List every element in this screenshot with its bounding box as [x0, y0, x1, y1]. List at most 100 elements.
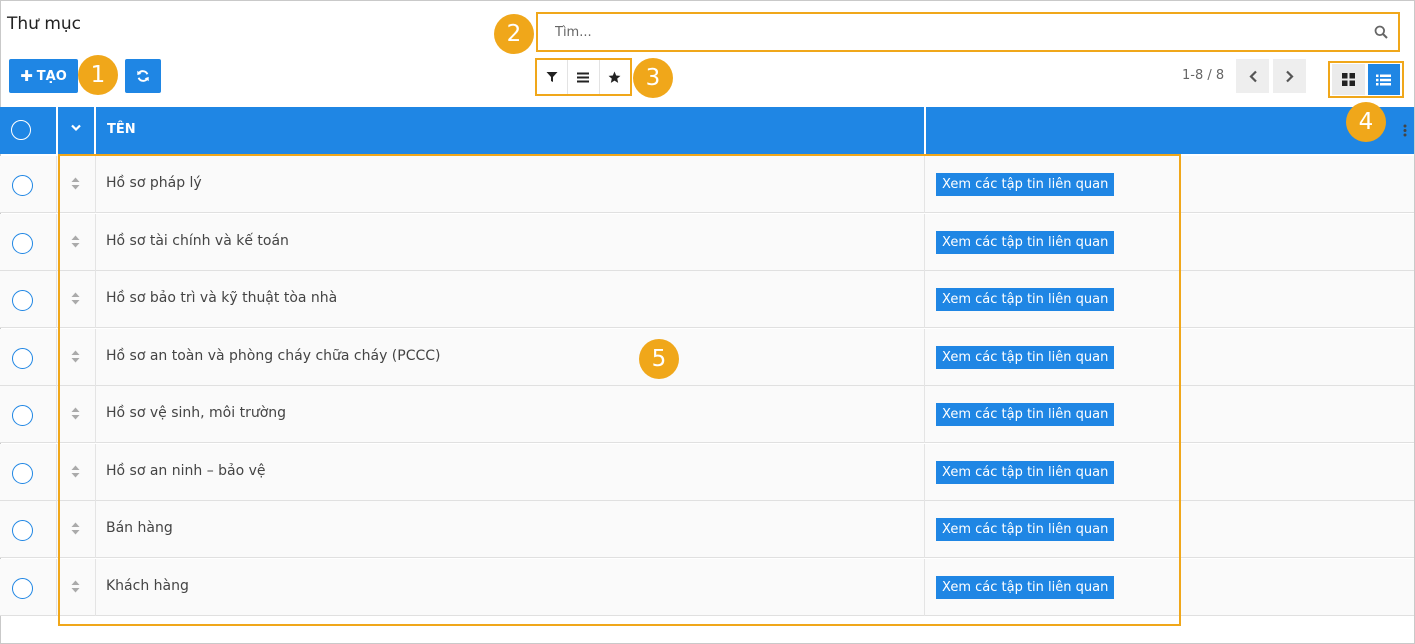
row-checkbox[interactable]	[12, 405, 33, 426]
row-checkbox[interactable]	[12, 175, 33, 196]
callout-marker: 3	[633, 58, 673, 98]
related-files-button[interactable]: Xem các tập tin liên quan	[936, 518, 1115, 541]
row-checkbox[interactable]	[12, 348, 33, 369]
previous-page-button[interactable]	[1236, 59, 1269, 93]
row-name[interactable]: Hồ sơ bảo trì và kỹ thuật tòa nhà	[106, 290, 337, 306]
table-row[interactable]: Hồ sơ bảo trì và kỹ thuật tòa nhà Xem cá…	[0, 271, 1414, 328]
column-divider	[56, 156, 57, 213]
row-name[interactable]: Hồ sơ tài chính và kế toán	[106, 233, 289, 249]
callout-marker: 4	[1346, 102, 1386, 142]
drag-handle-icon[interactable]	[71, 292, 80, 305]
callout-marker: 5	[639, 339, 679, 379]
related-files-button[interactable]: Xem các tập tin liên quan	[936, 576, 1115, 599]
plus-icon: ✚	[20, 66, 33, 85]
related-files-button[interactable]: Xem các tập tin liên quan	[936, 288, 1115, 311]
list-view-button[interactable]	[1367, 64, 1400, 95]
search-input[interactable]	[555, 22, 1355, 42]
row-name[interactable]: Hồ sơ pháp lý	[106, 175, 202, 191]
column-divider	[95, 501, 96, 558]
create-button-label: TẠO	[36, 68, 67, 84]
group-by-icon	[577, 72, 590, 82]
related-files-button[interactable]: Xem các tập tin liên quan	[936, 346, 1115, 369]
row-checkbox[interactable]	[12, 463, 33, 484]
column-divider	[924, 559, 925, 616]
column-divider	[95, 271, 96, 328]
drag-handle-icon[interactable]	[71, 465, 80, 478]
drag-handle-icon[interactable]	[71, 350, 80, 363]
chevron-left-icon	[1248, 70, 1257, 82]
search-options-toolbar	[535, 58, 632, 96]
column-divider	[924, 444, 925, 501]
column-divider	[56, 444, 57, 501]
list-view-icon	[1376, 74, 1392, 85]
column-divider	[56, 559, 57, 616]
table-row[interactable]: Hồ sơ an toàn và phòng cháy chữa cháy (P…	[0, 329, 1414, 386]
drag-handle-icon[interactable]	[71, 580, 80, 593]
column-divider	[924, 271, 925, 328]
row-name[interactable]: Hồ sơ an toàn và phòng cháy chữa cháy (P…	[106, 348, 441, 364]
row-checkbox[interactable]	[12, 290, 33, 311]
table-row[interactable]: Hồ sơ vệ sinh, môi trường Xem các tập ti…	[0, 386, 1414, 443]
column-divider	[56, 271, 57, 328]
drag-handle-icon[interactable]	[71, 235, 80, 248]
kanban-view-icon	[1341, 73, 1355, 86]
column-divider	[924, 156, 925, 213]
table-row[interactable]: Hồ sơ tài chính và kế toán Xem các tập t…	[0, 214, 1414, 271]
column-divider	[95, 329, 96, 386]
column-divider	[95, 214, 96, 271]
related-files-button[interactable]: Xem các tập tin liên quan	[936, 403, 1115, 426]
pager-value[interactable]: 1-8 / 8	[1182, 68, 1224, 83]
table-row[interactable]: Khách hàng Xem các tập tin liên quan	[0, 559, 1414, 616]
column-divider	[56, 329, 57, 386]
column-divider	[924, 329, 925, 386]
column-divider	[924, 107, 926, 154]
related-files-button[interactable]: Xem các tập tin liên quan	[936, 461, 1115, 484]
drag-handle-icon[interactable]	[71, 407, 80, 420]
page-title: Thư mục	[7, 14, 82, 34]
row-checkbox[interactable]	[12, 578, 33, 599]
row-name[interactable]: Hồ sơ vệ sinh, môi trường	[106, 405, 286, 421]
kebab-icon[interactable]	[1403, 124, 1407, 137]
related-files-button[interactable]: Xem các tập tin liên quan	[936, 231, 1115, 254]
row-checkbox[interactable]	[12, 233, 33, 254]
favorites-button[interactable]	[600, 60, 630, 94]
table-row[interactable]: Hồ sơ an ninh – bảo vệ Xem các tập tin l…	[0, 444, 1414, 501]
callout-marker: 1	[78, 55, 118, 95]
column-divider	[924, 501, 925, 558]
select-all-checkbox[interactable]	[11, 120, 31, 140]
column-header-name[interactable]: TÊN	[107, 122, 136, 137]
table-row[interactable]: Hồ sơ pháp lý Xem các tập tin liên quan	[0, 156, 1414, 213]
column-divider	[95, 444, 96, 501]
kanban-view-button[interactable]	[1332, 64, 1365, 95]
table-header: TÊN	[0, 107, 1414, 154]
drag-handle-icon[interactable]	[71, 177, 80, 190]
column-divider	[95, 156, 96, 213]
column-divider	[924, 386, 925, 443]
next-page-button[interactable]	[1273, 59, 1306, 93]
column-divider	[924, 214, 925, 271]
column-divider	[95, 386, 96, 443]
filter-button[interactable]	[537, 60, 569, 94]
row-name[interactable]: Hồ sơ an ninh – bảo vệ	[106, 463, 266, 479]
search-icon[interactable]	[1374, 25, 1388, 39]
column-divider	[56, 386, 57, 443]
chevron-down-icon[interactable]	[70, 123, 82, 133]
row-name[interactable]: Khách hàng	[106, 578, 189, 594]
column-divider	[56, 214, 57, 271]
group-by-button[interactable]	[568, 60, 600, 94]
star-icon	[608, 71, 621, 83]
refresh-icon	[137, 70, 149, 82]
column-divider	[56, 107, 58, 154]
table-row[interactable]: Bán hàng Xem các tập tin liên quan	[0, 501, 1414, 558]
chevron-right-icon	[1285, 70, 1294, 82]
drag-handle-icon[interactable]	[71, 522, 80, 535]
row-checkbox[interactable]	[12, 520, 33, 541]
row-name[interactable]: Bán hàng	[106, 520, 173, 536]
column-divider	[95, 559, 96, 616]
refresh-button[interactable]	[125, 59, 161, 93]
related-files-button[interactable]: Xem các tập tin liên quan	[936, 173, 1115, 196]
column-divider	[56, 501, 57, 558]
create-button[interactable]: ✚ TẠO	[9, 59, 78, 93]
filter-icon	[546, 72, 558, 82]
column-divider	[94, 107, 96, 154]
